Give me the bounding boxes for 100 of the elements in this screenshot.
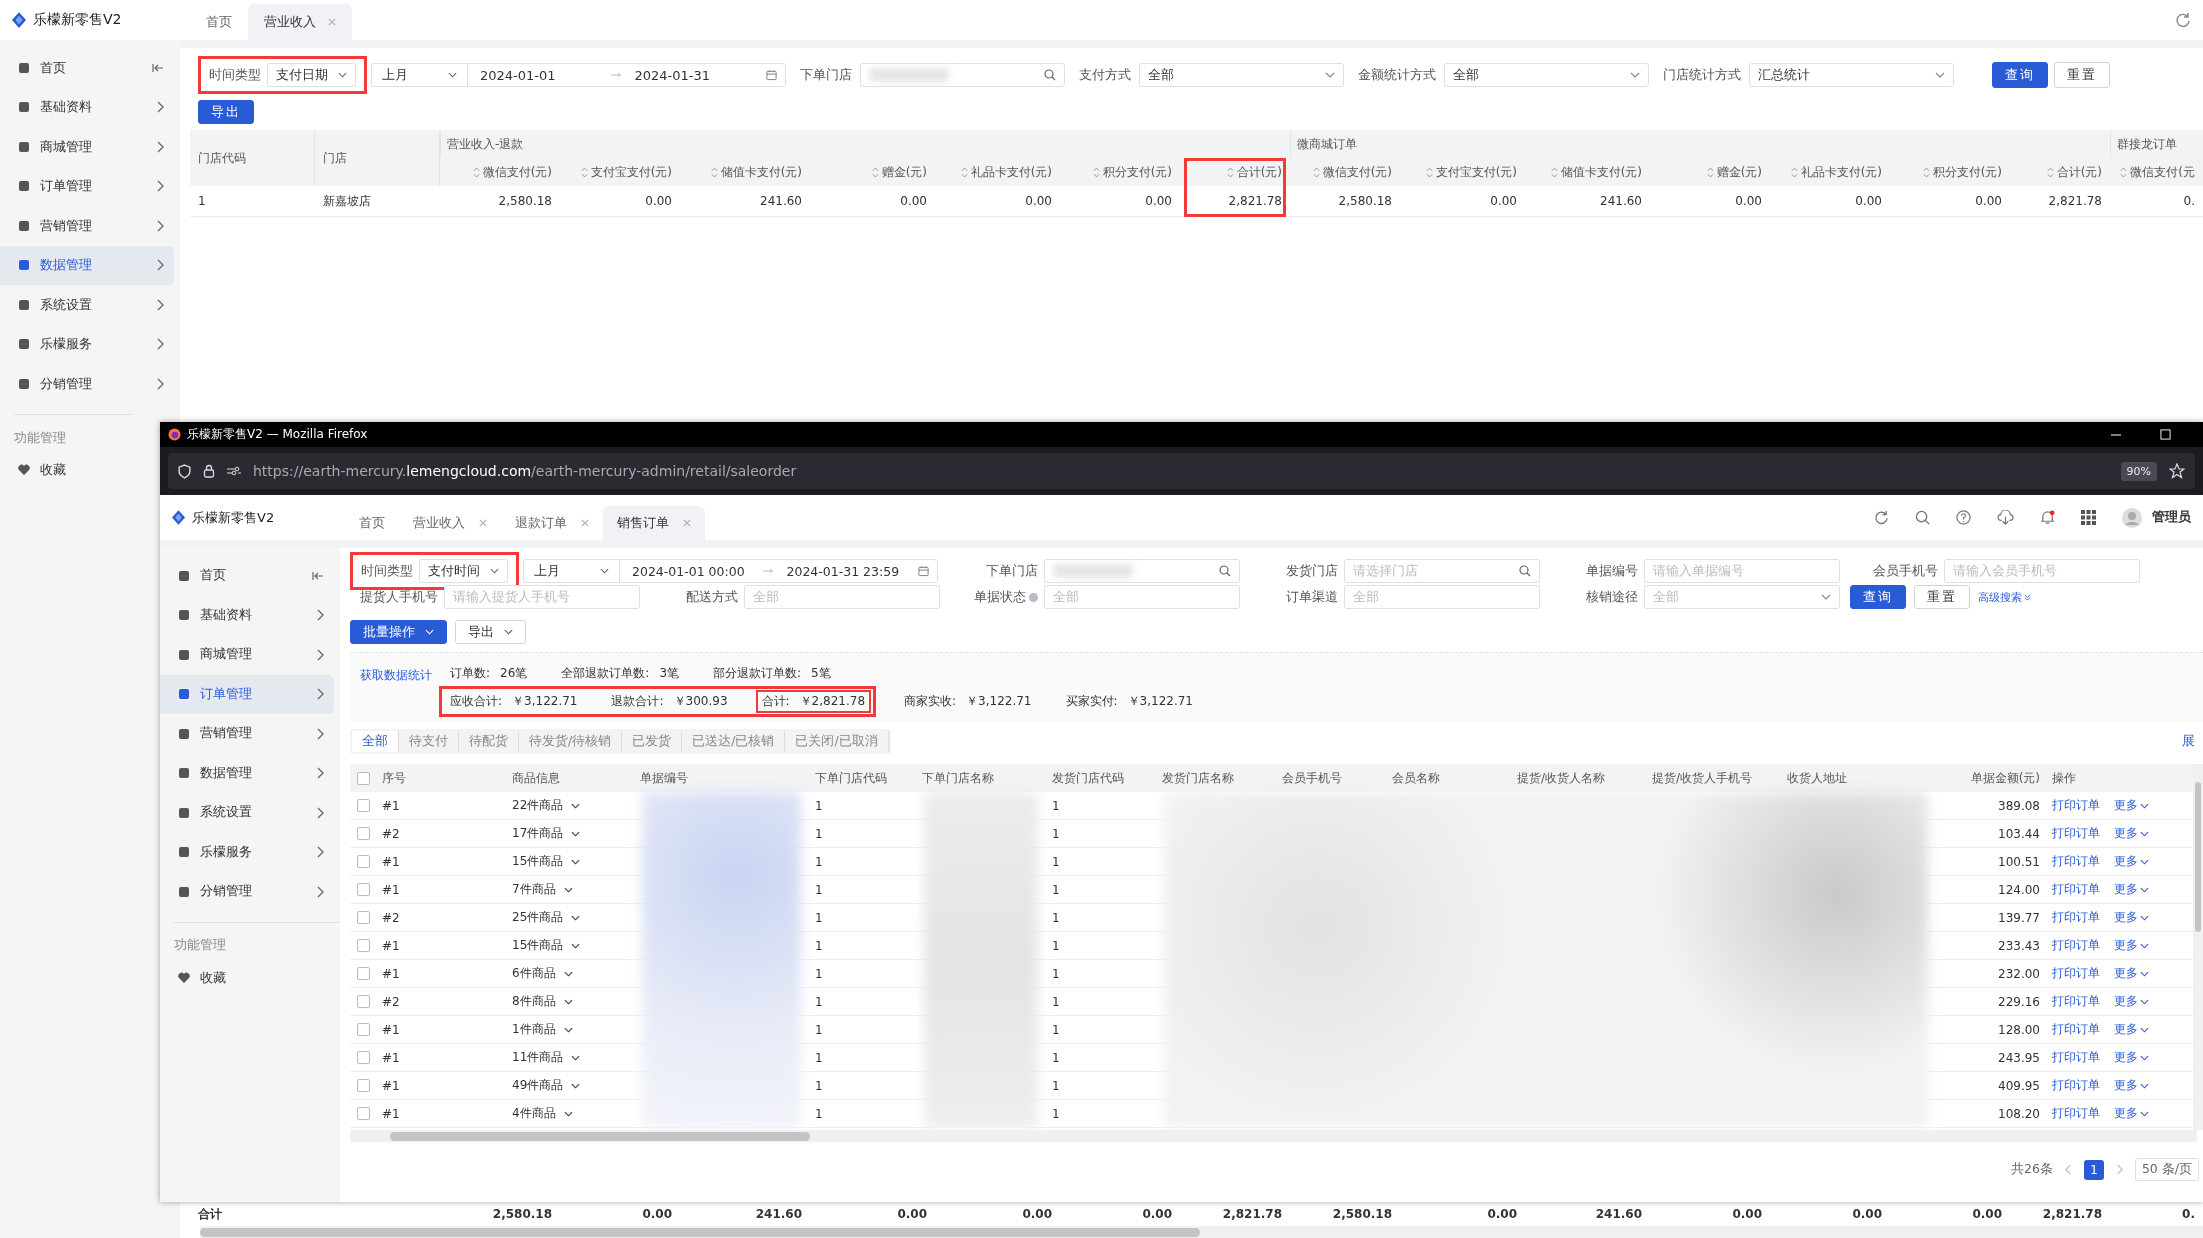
sort-icon[interactable] [710, 166, 718, 178]
collapse-icon[interactable] [312, 569, 324, 582]
goods-dropdown[interactable]: 8件商品 [512, 993, 573, 1010]
cloud-download-icon[interactable] [1997, 510, 2014, 525]
checkbox[interactable] [356, 1079, 370, 1092]
filter-button[interactable]: 查询 [1850, 585, 1906, 609]
print-order-link[interactable]: 打印订单 [2052, 993, 2100, 1010]
address-bar[interactable]: https://earth-mercury.lemengcloud.com/earth-mercury-admin/retail/saleorder 90% [168, 453, 2195, 489]
refresh-icon[interactable] [2175, 12, 2191, 28]
checkbox[interactable] [356, 827, 370, 840]
preset-select[interactable]: 上月 [524, 560, 620, 582]
goods-dropdown[interactable]: 17件商品 [512, 825, 581, 842]
sort-icon[interactable] [1425, 166, 1433, 178]
search-field[interactable] [1044, 559, 1240, 583]
preset-select[interactable]: 上月 [372, 64, 468, 86]
sidebar-item[interactable]: 首页 [160, 556, 334, 596]
more-link[interactable]: 更多 [2114, 1021, 2149, 1038]
sidebar-item[interactable]: 营销管理 [160, 714, 334, 754]
collapse-icon[interactable] [152, 61, 164, 74]
more-link[interactable]: 更多 [2114, 1049, 2149, 1066]
dropdown-button[interactable]: 导出 [455, 620, 526, 644]
sort-icon[interactable] [1790, 166, 1798, 178]
close-icon[interactable] [328, 18, 336, 26]
bell-icon[interactable] [2040, 510, 2055, 525]
page-size-select[interactable]: 50 条/页 [2134, 1158, 2199, 1181]
checkbox[interactable] [356, 911, 370, 924]
date-range-field[interactable]: 上月 2024-01-01 2024-01-31 [371, 63, 786, 87]
select-field[interactable]: 全部 [1139, 63, 1344, 87]
sort-icon[interactable] [1312, 166, 1320, 178]
chevron-right-icon[interactable] [2115, 1164, 2123, 1175]
sidebar-item[interactable]: 订单管理 [0, 166, 174, 206]
goods-dropdown[interactable]: 25件商品 [512, 909, 581, 926]
print-order-link[interactable]: 打印订单 [2052, 965, 2100, 982]
goods-dropdown[interactable]: 6件商品 [512, 965, 573, 982]
checkbox[interactable] [356, 799, 370, 812]
checkbox[interactable] [356, 1107, 370, 1120]
goods-dropdown[interactable]: 15件商品 [512, 853, 581, 870]
filter-button[interactable]: 重置 [1914, 585, 1970, 609]
print-order-link[interactable]: 打印订单 [2052, 909, 2100, 926]
expand-link[interactable]: 展 [2182, 732, 2195, 750]
search-field[interactable] [860, 63, 1065, 87]
horizontal-scrollbar[interactable] [350, 1130, 2197, 1142]
column-header[interactable]: 合计(元) [2010, 158, 2110, 186]
checkbox[interactable] [356, 1051, 370, 1064]
more-link[interactable]: 更多 [2114, 853, 2149, 870]
checkbox[interactable] [356, 883, 370, 896]
goods-dropdown[interactable]: 15件商品 [512, 937, 581, 954]
avatar-icon[interactable] [2122, 507, 2142, 528]
advanced-search-link[interactable]: 高级搜索 [1978, 589, 2031, 605]
vertical-scrollbar[interactable] [2193, 764, 2203, 1130]
sidebar-item[interactable]: 数据管理 [160, 753, 334, 793]
column-header[interactable]: 礼品卡支付(元) [1770, 158, 1890, 186]
more-link[interactable]: 更多 [2114, 1105, 2149, 1122]
sort-icon[interactable] [1550, 166, 1558, 178]
page-tab[interactable]: 首页 [345, 506, 399, 540]
more-link[interactable]: 更多 [2114, 881, 2149, 898]
sidebar-item[interactable]: 乐檬服务 [0, 324, 174, 364]
filter-button[interactable]: 重置 [2054, 62, 2110, 88]
print-order-link[interactable]: 打印订单 [2052, 825, 2100, 842]
checkbox[interactable] [356, 995, 370, 1008]
column-header[interactable]: 礼品卡支付(元) [935, 158, 1060, 186]
checkbox[interactable] [356, 967, 370, 980]
print-order-link[interactable]: 打印订单 [2052, 853, 2100, 870]
search-icon[interactable] [1915, 510, 1930, 525]
sort-icon[interactable] [2046, 166, 2054, 178]
sidebar-item[interactable]: 营销管理 [0, 206, 174, 246]
sidebar-item[interactable]: 分销管理 [160, 872, 334, 912]
more-link[interactable]: 更多 [2114, 993, 2149, 1010]
select-field[interactable]: 支付时间 [419, 559, 508, 583]
sort-icon[interactable] [1922, 166, 1930, 178]
print-order-link[interactable]: 打印订单 [2052, 937, 2100, 954]
more-link[interactable]: 更多 [2114, 1077, 2149, 1094]
sidebar-item[interactable]: 收藏 [160, 958, 334, 998]
checkbox[interactable] [356, 855, 370, 868]
sidebar-item[interactable]: 基础资料 [0, 87, 174, 127]
goods-dropdown[interactable]: 4件商品 [512, 1105, 573, 1122]
sort-icon[interactable] [580, 166, 588, 178]
refresh-icon[interactable] [1874, 510, 1889, 525]
page-tab[interactable]: 营业收入 [248, 4, 352, 40]
goods-dropdown[interactable]: 11件商品 [512, 1049, 581, 1066]
page-button[interactable]: 1 [2083, 1159, 2104, 1180]
sidebar-item[interactable]: 系统设置 [160, 793, 334, 833]
goods-dropdown[interactable]: 1件商品 [512, 1021, 573, 1038]
close-icon[interactable] [479, 519, 487, 527]
sort-icon[interactable] [960, 166, 968, 178]
sidebar-item[interactable]: 收藏 [0, 450, 80, 490]
checkbox[interactable] [356, 939, 370, 952]
chevron-left-icon[interactable] [2064, 1164, 2072, 1175]
select-field[interactable]: 汇总统计 [1749, 63, 1954, 87]
sidebar-item[interactable]: 基础资料 [160, 595, 334, 635]
column-header[interactable]: 积分支付(元) [1890, 158, 2010, 186]
help-icon[interactable] [1956, 510, 1971, 525]
column-header[interactable]: 微信支付(元 [2110, 158, 2203, 186]
sidebar-item[interactable]: 首页 [0, 48, 174, 88]
goods-dropdown[interactable]: 7件商品 [512, 881, 573, 898]
sort-icon[interactable] [871, 166, 879, 178]
column-header[interactable]: 支付宝支付(元) [560, 158, 680, 186]
export-button[interactable]: 导出 [198, 100, 254, 124]
status-tab[interactable]: 全部 [352, 730, 399, 752]
print-order-link[interactable]: 打印订单 [2052, 1021, 2100, 1038]
